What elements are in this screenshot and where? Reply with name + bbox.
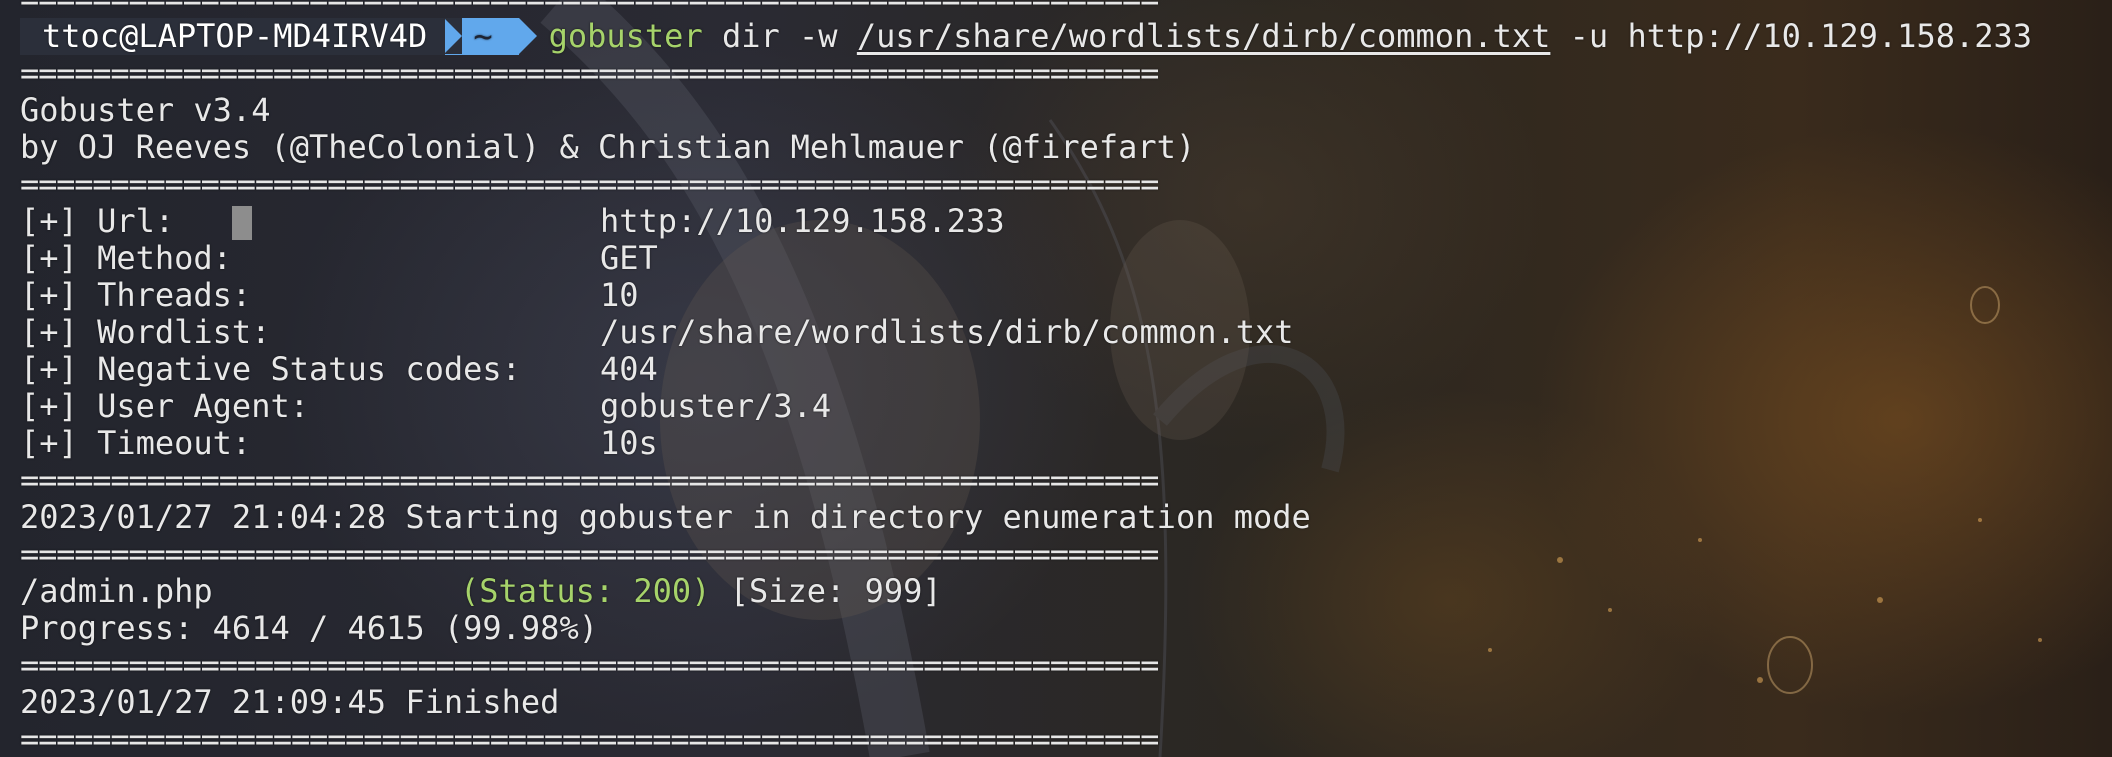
start-message: 2023/01/27 21:04:28 Starting gobuster in… [20,498,1311,536]
progress-line: Progress: 4614 / 4615 (99.98%) [20,609,598,647]
command-name: gobuster [548,17,703,55]
separator-line: ========================================… [20,720,1159,757]
banner-title: Gobuster v3.4 [20,91,271,129]
separator-line: ========================================… [20,461,1159,499]
config-label: [+] Threads: [20,276,252,314]
config-value: 10s [600,424,658,462]
result-status: (Status: 200) [460,572,711,610]
config-row-method: [+] Method: GET [0,240,2112,277]
config-row-timeout: [+] Timeout: 10s [0,425,2112,462]
config-label: [+] Method: [20,239,232,277]
config-value: GET [600,239,658,277]
config-label: [+] Negative Status codes: [20,350,521,388]
shell-prompt: ttoc@LAPTOP-MD4IRV4D ~ gobuster dir -w /… [0,18,2112,55]
prompt-user-host: ttoc@LAPTOP-MD4IRV4D [20,18,450,55]
banner-credits: by OJ Reeves (@TheColonial) & Christian … [20,128,1196,166]
wordlist-path-link[interactable]: /usr/share/wordlists/dirb/common.txt [857,18,1551,55]
separator-line: ========================================… [20,535,1159,573]
config-label: [+] Wordlist: [20,313,271,351]
result-size: [Size: 999] [710,572,942,610]
finish-message: 2023/01/27 21:09:45 Finished [20,683,560,721]
result-row: /admin.php (Status: 200) [Size: 999] [0,573,2112,610]
config-label: [+] Timeout: [20,424,252,462]
config-value: /usr/share/wordlists/dirb/common.txt [600,313,1294,351]
config-value: 10 [600,276,639,314]
separator-line: ========================================… [0,0,2112,18]
separator-line: ========================================… [20,54,1159,92]
config-value: 404 [600,350,658,388]
separator-line: ========================================… [20,165,1159,203]
terminal-window[interactable]: ========================================… [0,0,2112,757]
config-value: gobuster/3.4 [600,387,832,425]
command-args: dir -w [702,17,857,55]
config-row-wordlist: [+] Wordlist: /usr/share/wordlists/dirb/c… [0,314,2112,351]
config-row-negative-status: [+] Negative Status codes: 404 [0,351,2112,388]
prompt-directory: ~ [445,18,537,55]
config-label: [+] Url: [20,203,600,240]
config-value: http://10.129.158.233 [600,202,1005,240]
config-label: [+] User Agent: [20,387,309,425]
separator-line: ========================================… [20,646,1159,684]
command-url-arg: -u http://10.129.158.233 [1550,17,2033,55]
config-row-user-agent: [+] User Agent: gobuster/3.4 [0,388,2112,425]
config-row-threads: [+] Threads: 10 [0,277,2112,314]
config-row-url: [+] Url: http://10.129.158.233 [0,203,2112,240]
text-cursor [232,206,253,240]
result-path: /admin.php [20,572,213,610]
